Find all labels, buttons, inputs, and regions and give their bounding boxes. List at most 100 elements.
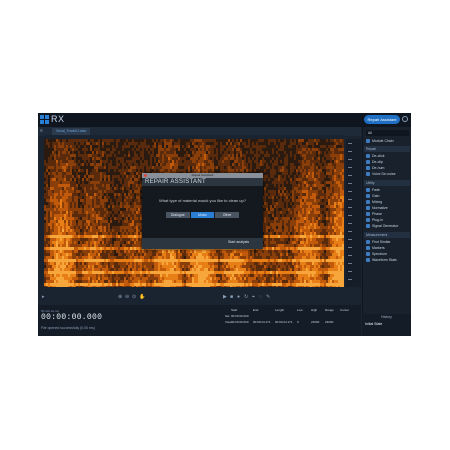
spectrogram-cell xyxy=(124,151,126,154)
spectrogram-cell xyxy=(112,202,114,205)
spectrogram-cell xyxy=(90,235,92,238)
spectrogram-cell xyxy=(184,283,186,286)
spectrogram-cell xyxy=(218,160,220,163)
spectrogram-cell xyxy=(178,271,180,274)
spectrogram-cell xyxy=(52,202,54,205)
spectrogram-cell xyxy=(128,286,130,287)
spectrogram-cell xyxy=(50,235,52,238)
spectrogram-cell xyxy=(122,151,124,154)
spectrogram-cell xyxy=(142,139,144,142)
spectrogram-cell xyxy=(90,280,92,283)
spectrogram-cell xyxy=(44,163,46,166)
spectrogram-cell xyxy=(62,160,64,163)
spectrogram-cell xyxy=(238,151,240,154)
spectrogram-cell xyxy=(58,187,60,190)
spectrogram-cell xyxy=(114,259,116,262)
spectrogram-cell xyxy=(90,223,92,226)
spectrogram-cell xyxy=(88,220,90,223)
spectrogram-cell xyxy=(136,166,138,169)
spectrogram-cell xyxy=(134,190,136,193)
spectrogram-cell xyxy=(114,193,116,196)
spectrogram-cell xyxy=(46,208,48,211)
spectrogram-cell xyxy=(86,166,88,169)
spectrogram-cell xyxy=(118,283,120,286)
help-icon[interactable] xyxy=(402,116,408,122)
spectrogram-cell xyxy=(80,214,82,217)
spectrogram-cell xyxy=(128,175,130,178)
spectrogram-cell xyxy=(236,262,238,265)
spectrogram-cell xyxy=(232,268,234,271)
spectrogram-cell xyxy=(48,268,50,271)
spectrogram-cell xyxy=(56,160,58,163)
spectrogram-cell xyxy=(234,265,236,268)
spectrogram-cell xyxy=(234,148,236,151)
spectrogram-cell xyxy=(130,148,132,151)
spectrogram-cell xyxy=(150,280,152,283)
spectrogram-cell xyxy=(150,256,152,259)
spectrogram-cell xyxy=(66,211,68,214)
spectrogram-cell xyxy=(92,154,94,157)
spectrogram-cell xyxy=(68,226,70,229)
spectrogram-cell xyxy=(232,259,234,262)
spectrogram-cell xyxy=(128,268,130,271)
spectrogram-cell xyxy=(80,202,82,205)
spectrogram-cell xyxy=(220,256,222,259)
spectrogram-cell xyxy=(80,139,82,142)
spectrogram-cell xyxy=(124,184,126,187)
spectrogram-cell xyxy=(86,160,88,163)
spectrogram-cell xyxy=(232,271,234,274)
spectrogram-cell xyxy=(226,277,228,280)
spectrogram-cell xyxy=(80,220,82,223)
spectrogram-cell xyxy=(128,199,130,202)
spectrogram-cell xyxy=(196,139,198,142)
spectrogram-cell xyxy=(56,169,58,172)
spectrogram-cell xyxy=(116,211,118,214)
spectrogram-cell xyxy=(172,250,174,253)
spectrogram-cell xyxy=(64,271,66,274)
spectrogram-cell xyxy=(148,262,150,265)
spectrogram-cell xyxy=(46,241,48,244)
spectrogram-cell xyxy=(192,169,194,172)
spectrogram-cell xyxy=(140,157,142,160)
spectrogram-cell xyxy=(200,142,202,145)
spectrogram-cell xyxy=(116,247,118,250)
spectrogram-cell xyxy=(154,142,156,145)
spectrogram-cell xyxy=(172,262,174,265)
spectrogram-cell xyxy=(174,139,176,142)
spectrogram-cell xyxy=(62,271,64,274)
spectrogram-cell xyxy=(104,205,106,208)
sidebar-toggle-icon[interactable]: ≡ xyxy=(40,129,48,134)
spectrogram-cell xyxy=(154,286,156,287)
spectrogram-cell xyxy=(126,157,128,160)
spectrogram-cell xyxy=(194,283,196,286)
spectrogram-cell xyxy=(186,256,188,259)
spectrogram-cell xyxy=(214,163,216,166)
repair-assistant-button[interactable]: Repair Assistant xyxy=(364,115,400,124)
spectrogram-cell xyxy=(66,172,68,175)
spectrogram-cell xyxy=(80,259,82,262)
spectrogram-cell xyxy=(240,163,242,166)
spectrogram-cell xyxy=(88,277,90,280)
file-tab[interactable]: Vocal_Track01.wav xyxy=(52,128,91,135)
spectrogram-cell xyxy=(54,265,56,268)
spectrogram-cell xyxy=(188,148,190,151)
spectrogram-cell xyxy=(130,208,132,211)
spectrogram-cell xyxy=(92,160,94,163)
spectrogram-cell xyxy=(112,259,114,262)
spectrogram-cell xyxy=(138,256,140,259)
spectrogram-cell xyxy=(92,253,94,256)
spectrogram-cell xyxy=(236,169,238,172)
spectrogram-cell xyxy=(224,169,226,172)
spectrogram-cell xyxy=(118,211,120,214)
spectrogram-cell xyxy=(128,235,130,238)
spectrogram-cell xyxy=(68,283,70,286)
spectrogram-cell xyxy=(100,196,102,199)
spectrogram-cell xyxy=(78,274,80,277)
spectrogram-cell xyxy=(82,259,84,262)
spectrogram-cell xyxy=(120,205,122,208)
spectrogram-cell xyxy=(128,145,130,148)
spectrogram-cell xyxy=(90,172,92,175)
spectrogram-cell xyxy=(84,277,86,280)
spectrogram-cell xyxy=(170,163,172,166)
spectrogram-cell xyxy=(76,175,78,178)
